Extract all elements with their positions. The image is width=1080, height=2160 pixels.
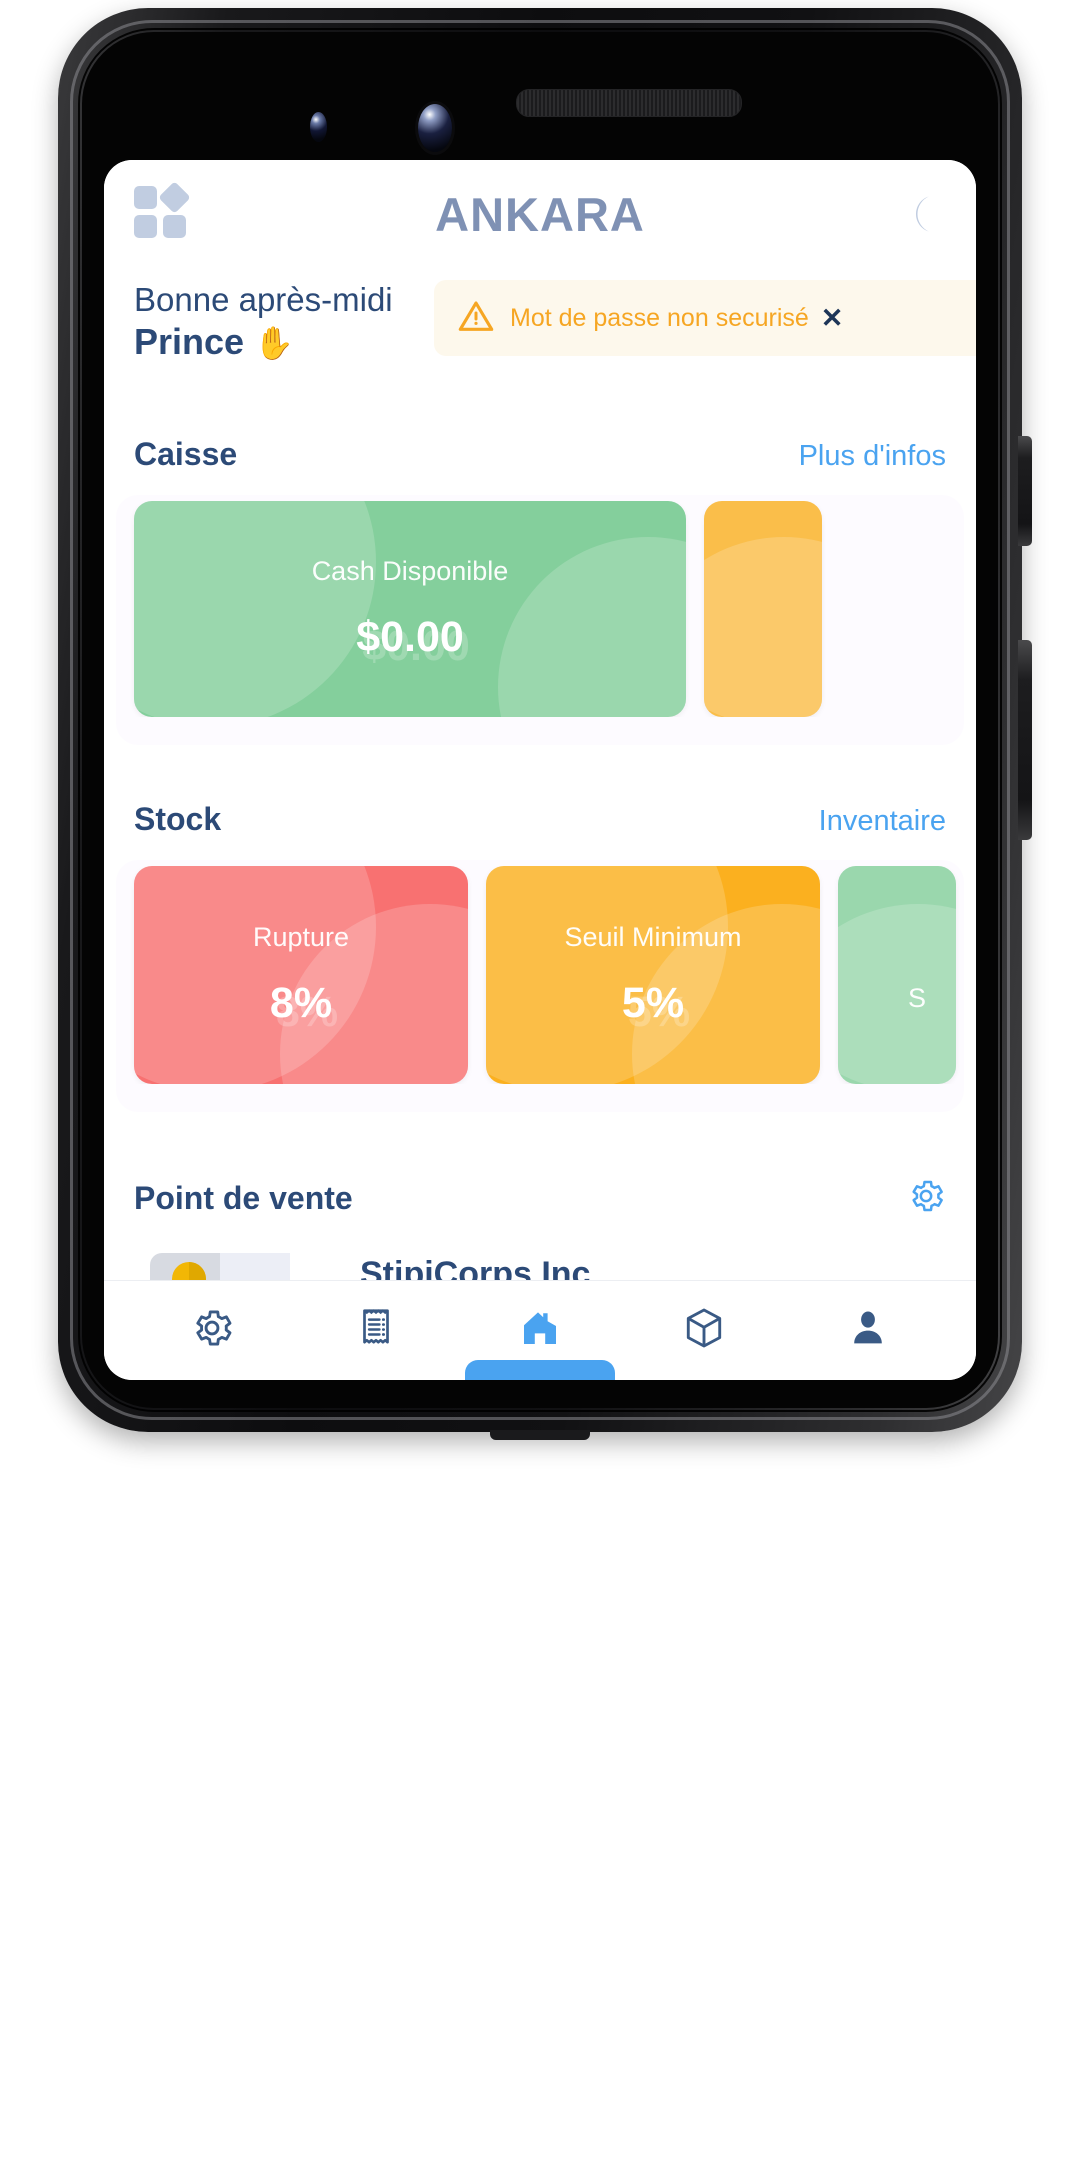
caisse-title: Caisse — [134, 436, 238, 472]
grid-dashboard-icon[interactable] — [134, 181, 191, 242]
point-de-vente-body: StipiCorps Inc ID NAT: 0999089 RCCM: HJH… — [134, 1251, 946, 1280]
stat-card-value: $0.00 — [356, 613, 464, 661]
home-indicator — [465, 1360, 615, 1380]
stat-card-label: S — [908, 982, 927, 1013]
home-icon — [516, 1304, 564, 1357]
close-icon[interactable]: ✕ — [821, 303, 844, 334]
stat-card-label: Rupture — [252, 922, 350, 952]
phone-volume-button[interactable] — [1018, 436, 1032, 546]
point-de-vente-header: Point de vente — [134, 1176, 946, 1221]
stock-section-header: Stock Inventaire — [104, 801, 976, 838]
point-de-vente-section: Point de vente StipiCorps Inc — [104, 1176, 976, 1280]
greeting-row: Bonne après-midi Prince ✋ Mot de passe n… — [104, 268, 976, 380]
warning-triangle-icon — [456, 296, 496, 341]
moon-icon[interactable] — [890, 186, 946, 242]
app-header: ANKARA — [104, 160, 976, 268]
greeting-salutation: Bonne après-midi — [134, 281, 393, 318]
front-camera-secondary-icon — [310, 112, 327, 142]
stock-card-panel: Rupture 8% Seuil Minimum 5% S — [116, 860, 964, 1112]
stat-card-seuil-minimum[interactable]: Seuil Minimum 5% — [486, 866, 820, 1084]
business-name: StipiCorps Inc — [360, 1255, 591, 1280]
stat-card-label: Cash Disponible — [311, 556, 509, 586]
box-icon — [681, 1305, 727, 1356]
caisse-card-row[interactable]: Cash Disponible $0.00 — [116, 501, 964, 717]
stat-card-value: 5% — [621, 979, 685, 1027]
greeting-username: Prince — [134, 321, 245, 363]
password-alert-text: Mot de passe non securisé — [510, 303, 809, 332]
person-icon — [845, 1305, 891, 1356]
phone-charging-port — [490, 1430, 590, 1440]
stat-card-rupture[interactable]: Rupture 8% — [134, 866, 468, 1084]
main-content: Caisse Plus d'infos Cash Disponible $0.0… — [104, 380, 976, 1280]
page-title: ANKARA — [435, 187, 645, 241]
stat-card-next-partial[interactable] — [704, 501, 822, 717]
app-screen: ANKARA Bonne après-midi Prince ✋ Mot de … — [104, 160, 976, 1380]
nav-item-inventory[interactable] — [669, 1296, 739, 1366]
point-de-vente-title: Point de vente — [134, 1180, 353, 1216]
stat-card-value: 8% — [269, 979, 333, 1027]
gear-icon — [189, 1305, 235, 1356]
gear-icon[interactable] — [906, 1176, 946, 1221]
nav-item-receipts[interactable] — [341, 1296, 411, 1366]
point-de-vente-info: StipiCorps Inc ID NAT: 0999089 RCCM: HJH… — [360, 1251, 946, 1280]
stock-title: Stock — [134, 801, 222, 837]
phone-power-button[interactable] — [1018, 640, 1032, 840]
caisse-card-panel: Cash Disponible $0.00 — [116, 495, 964, 745]
password-alert-banner[interactable]: Mot de passe non securisé ✕ — [434, 280, 976, 356]
stat-card-label: Seuil Minimum — [564, 922, 742, 952]
stock-card-row[interactable]: Rupture 8% Seuil Minimum 5% S — [116, 866, 964, 1084]
wave-hand-icon: ✋ — [254, 325, 294, 362]
receipt-icon — [353, 1305, 399, 1356]
greeting-username-row: Prince ✋ — [134, 320, 393, 364]
nav-item-home[interactable] — [505, 1296, 575, 1366]
nav-item-profile[interactable] — [833, 1296, 903, 1366]
stat-card-cash-disponible[interactable]: Cash Disponible $0.00 — [134, 501, 686, 717]
caisse-more-info-link[interactable]: Plus d'infos — [799, 440, 946, 473]
caisse-section-header: Caisse Plus d'infos — [104, 436, 976, 473]
nav-item-settings[interactable] — [177, 1296, 247, 1366]
front-camera-primary-icon — [418, 104, 452, 152]
greeting-text: Bonne après-midi Prince ✋ — [134, 280, 393, 364]
image-placeholder-icon[interactable] — [134, 1251, 334, 1280]
stat-card-third-partial[interactable]: S — [838, 866, 956, 1084]
earpiece-speaker-grille — [516, 89, 742, 117]
stock-inventory-link[interactable]: Inventaire — [819, 805, 946, 838]
